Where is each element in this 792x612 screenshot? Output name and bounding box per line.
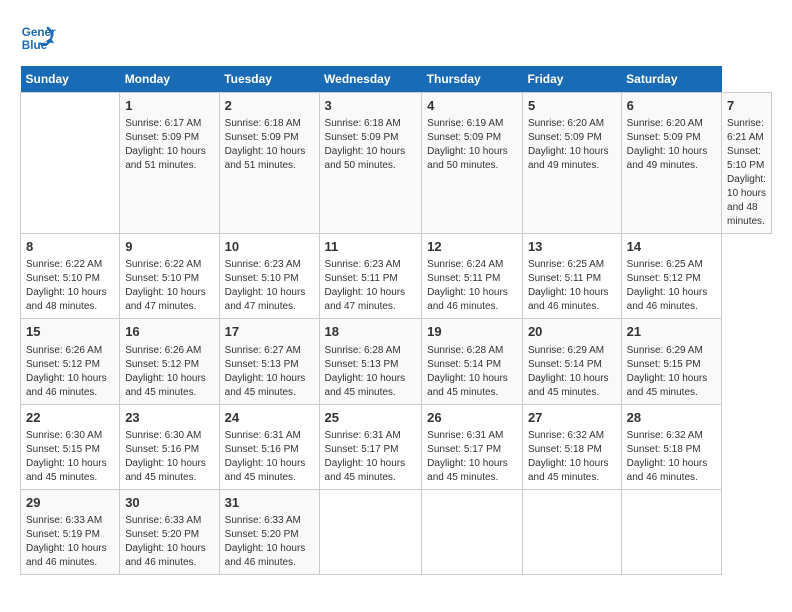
col-header-wednesday: Wednesday <box>319 66 422 93</box>
day-cell-14: 14Sunrise: 6:25 AMSunset: 5:12 PMDayligh… <box>621 234 721 319</box>
empty-cell <box>319 489 422 574</box>
day-cell-13: 13Sunrise: 6:25 AMSunset: 5:11 PMDayligh… <box>522 234 621 319</box>
day-cell-18: 18Sunrise: 6:28 AMSunset: 5:13 PMDayligh… <box>319 319 422 404</box>
calendar-table: SundayMondayTuesdayWednesdayThursdayFrid… <box>20 66 772 575</box>
day-cell-28: 28Sunrise: 6:32 AMSunset: 5:18 PMDayligh… <box>621 404 721 489</box>
day-cell-15: 15Sunrise: 6:26 AMSunset: 5:12 PMDayligh… <box>21 319 120 404</box>
day-cell-27: 27Sunrise: 6:32 AMSunset: 5:18 PMDayligh… <box>522 404 621 489</box>
day-cell-2: 2Sunrise: 6:18 AMSunset: 5:09 PMDaylight… <box>219 93 319 234</box>
day-cell-21: 21Sunrise: 6:29 AMSunset: 5:15 PMDayligh… <box>621 319 721 404</box>
empty-cell <box>422 489 523 574</box>
col-header-tuesday: Tuesday <box>219 66 319 93</box>
day-cell-16: 16Sunrise: 6:26 AMSunset: 5:12 PMDayligh… <box>120 319 219 404</box>
day-cell-26: 26Sunrise: 6:31 AMSunset: 5:17 PMDayligh… <box>422 404 523 489</box>
col-header-saturday: Saturday <box>621 66 721 93</box>
day-cell-12: 12Sunrise: 6:24 AMSunset: 5:11 PMDayligh… <box>422 234 523 319</box>
day-cell-1: 1Sunrise: 6:17 AMSunset: 5:09 PMDaylight… <box>120 93 219 234</box>
empty-cell <box>621 489 721 574</box>
col-header-friday: Friday <box>522 66 621 93</box>
day-cell-23: 23Sunrise: 6:30 AMSunset: 5:16 PMDayligh… <box>120 404 219 489</box>
day-cell-11: 11Sunrise: 6:23 AMSunset: 5:11 PMDayligh… <box>319 234 422 319</box>
day-cell-29: 29Sunrise: 6:33 AMSunset: 5:19 PMDayligh… <box>21 489 120 574</box>
col-header-thursday: Thursday <box>422 66 523 93</box>
day-cell-9: 9Sunrise: 6:22 AMSunset: 5:10 PMDaylight… <box>120 234 219 319</box>
col-header-monday: Monday <box>120 66 219 93</box>
day-cell-31: 31Sunrise: 6:33 AMSunset: 5:20 PMDayligh… <box>219 489 319 574</box>
logo: General Blue <box>20 20 56 56</box>
day-cell-4: 4Sunrise: 6:19 AMSunset: 5:09 PMDaylight… <box>422 93 523 234</box>
day-cell-10: 10Sunrise: 6:23 AMSunset: 5:10 PMDayligh… <box>219 234 319 319</box>
day-cell-24: 24Sunrise: 6:31 AMSunset: 5:16 PMDayligh… <box>219 404 319 489</box>
day-cell-25: 25Sunrise: 6:31 AMSunset: 5:17 PMDayligh… <box>319 404 422 489</box>
empty-cell <box>522 489 621 574</box>
day-cell-17: 17Sunrise: 6:27 AMSunset: 5:13 PMDayligh… <box>219 319 319 404</box>
day-cell-8: 8Sunrise: 6:22 AMSunset: 5:10 PMDaylight… <box>21 234 120 319</box>
day-cell-6: 6Sunrise: 6:20 AMSunset: 5:09 PMDaylight… <box>621 93 721 234</box>
day-cell-30: 30Sunrise: 6:33 AMSunset: 5:20 PMDayligh… <box>120 489 219 574</box>
day-cell-7: 7Sunrise: 6:21 AMSunset: 5:10 PMDaylight… <box>722 93 772 234</box>
day-cell-19: 19Sunrise: 6:28 AMSunset: 5:14 PMDayligh… <box>422 319 523 404</box>
col-header-sunday: Sunday <box>21 66 120 93</box>
day-cell-5: 5Sunrise: 6:20 AMSunset: 5:09 PMDaylight… <box>522 93 621 234</box>
day-cell-22: 22Sunrise: 6:30 AMSunset: 5:15 PMDayligh… <box>21 404 120 489</box>
day-cell-20: 20Sunrise: 6:29 AMSunset: 5:14 PMDayligh… <box>522 319 621 404</box>
empty-cell <box>21 93 120 234</box>
day-cell-3: 3Sunrise: 6:18 AMSunset: 5:09 PMDaylight… <box>319 93 422 234</box>
